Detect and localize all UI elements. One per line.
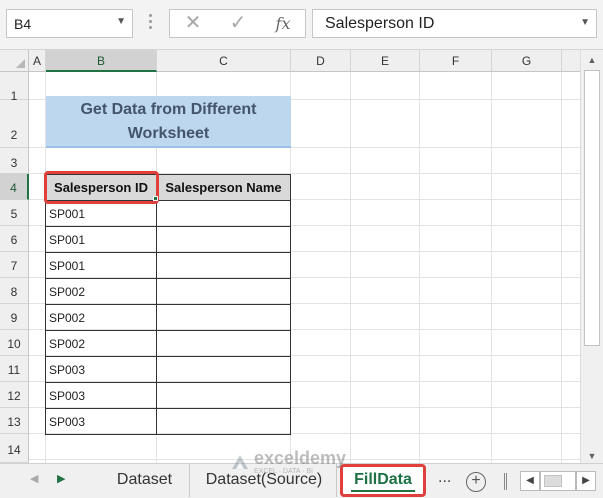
tab-dataset-source[interactable]: Dataset(Source) — [192, 464, 337, 497]
name-box[interactable]: B4 ▼ — [6, 9, 133, 38]
table-row: SP002 — [45, 330, 291, 357]
chevron-down-icon[interactable]: ▼ — [116, 16, 126, 27]
column-header-c[interactable]: C — [157, 50, 291, 72]
cell-salesperson-name[interactable] — [156, 200, 291, 227]
horizontal-scrollbar[interactable] — [540, 471, 576, 491]
column-header-h[interactable] — [562, 50, 580, 72]
cell-salesperson-name[interactable] — [156, 408, 291, 435]
row-header-4[interactable]: 4 — [0, 174, 29, 200]
row-header-14[interactable]: 14 — [0, 434, 29, 463]
cell-salesperson-id[interactable]: SP003 — [45, 408, 157, 435]
previous-sheet-icon[interactable]: ◀ — [30, 472, 38, 485]
scroll-thumb[interactable] — [584, 70, 600, 346]
cell-salesperson-name[interactable] — [156, 252, 291, 279]
table-row: SP002 — [45, 304, 291, 331]
scroll-right-icon[interactable]: ▶ — [576, 471, 596, 491]
sheet-tab-bar: ◀ ▶ Dataset Dataset(Source) FillData ...… — [0, 463, 603, 498]
column-header-a[interactable]: A — [29, 50, 46, 72]
tab-dataset[interactable]: Dataset — [100, 464, 190, 497]
sheet-title[interactable]: Get Data from Different Worksheet — [46, 96, 291, 148]
column-header-b[interactable]: B — [46, 50, 157, 72]
cell-salesperson-id[interactable]: SP002 — [45, 330, 157, 357]
row-header-6[interactable]: 6 — [0, 226, 29, 252]
cell-salesperson-id[interactable]: SP001 — [45, 252, 157, 279]
cell-salesperson-name[interactable] — [156, 304, 291, 331]
header-salesperson-name[interactable]: Salesperson Name — [156, 174, 291, 201]
row-header-10[interactable]: 10 — [0, 330, 29, 356]
table-row: SP001 — [45, 252, 291, 279]
cell-salesperson-name[interactable] — [156, 356, 291, 383]
row-header-13[interactable]: 13 — [0, 408, 29, 434]
cancel-icon[interactable]: ✕ — [173, 10, 213, 37]
formula-buttons: ✕ ✓ fx — [169, 9, 306, 38]
formula-input[interactable]: Salesperson ID ▼ — [312, 9, 597, 38]
column-header-f[interactable]: F — [420, 50, 492, 72]
cell-salesperson-name[interactable] — [156, 382, 291, 409]
next-sheet-icon[interactable]: ▶ — [57, 472, 65, 485]
cell-salesperson-id[interactable]: SP002 — [45, 278, 157, 305]
salesperson-table: Salesperson ID Salesperson Name SP001 SP… — [45, 174, 291, 435]
scroll-up-icon[interactable]: ▲ — [581, 50, 603, 70]
table-row: SP001 — [45, 200, 291, 227]
expand-formula-icon[interactable]: ▼ — [580, 17, 590, 28]
tab-filldata[interactable]: FillData — [340, 464, 426, 497]
table-row: SP001 — [45, 226, 291, 253]
cell-salesperson-id[interactable]: SP001 — [45, 226, 157, 253]
cell-salesperson-id[interactable]: SP002 — [45, 304, 157, 331]
cell-salesperson-name[interactable] — [156, 330, 291, 357]
column-header-g[interactable]: G — [492, 50, 562, 72]
select-all-button[interactable] — [0, 50, 29, 72]
insert-function-button[interactable]: fx — [263, 10, 303, 37]
cell-salesperson-name[interactable] — [156, 278, 291, 305]
row-header-7[interactable]: 7 — [0, 252, 29, 278]
column-header-e[interactable]: E — [351, 50, 420, 72]
row-header-2[interactable]: 2 — [0, 100, 29, 148]
row-header-12[interactable]: 12 — [0, 382, 29, 408]
table-row: SP003 — [45, 356, 291, 383]
row-header-3[interactable]: 3 — [0, 148, 29, 174]
row-header-11[interactable]: 11 — [0, 356, 29, 382]
cell-salesperson-name[interactable] — [156, 226, 291, 253]
cell-salesperson-id[interactable]: SP003 — [45, 382, 157, 409]
formula-value: Salesperson ID — [325, 15, 435, 32]
table-row: SP002 — [45, 278, 291, 305]
horizontal-scroll-thumb[interactable] — [544, 475, 562, 487]
more-sheets-button[interactable]: ... — [438, 469, 451, 487]
table-row: SP003 — [45, 408, 291, 435]
cell-salesperson-id[interactable]: SP001 — [45, 200, 157, 227]
drag-handle-icon[interactable] — [147, 12, 153, 34]
highlight-box — [44, 171, 159, 204]
table-row: SP003 — [45, 382, 291, 409]
column-header-d[interactable]: D — [291, 50, 351, 72]
enter-icon[interactable]: ✓ — [218, 10, 258, 37]
name-box-value: B4 — [14, 16, 32, 32]
tab-split-handle[interactable] — [504, 473, 507, 490]
vertical-scrollbar[interactable]: ▲ ▼ — [580, 50, 603, 468]
row-header-1[interactable]: 1 — [0, 72, 29, 103]
formula-bar: B4 ▼ ✕ ✓ fx Salesperson ID ▼ — [0, 0, 603, 50]
add-sheet-button[interactable]: + — [466, 472, 486, 492]
row-header-9[interactable]: 9 — [0, 304, 29, 330]
cell-salesperson-id[interactable]: SP003 — [45, 356, 157, 383]
row-header-5[interactable]: 5 — [0, 200, 29, 226]
scroll-left-icon[interactable]: ◀ — [520, 471, 540, 491]
fill-handle[interactable] — [153, 196, 158, 201]
worksheet-grid[interactable]: A B C D E F G 1 2 3 4 5 6 7 8 9 10 11 12… — [0, 50, 580, 463]
row-header-8[interactable]: 8 — [0, 278, 29, 304]
